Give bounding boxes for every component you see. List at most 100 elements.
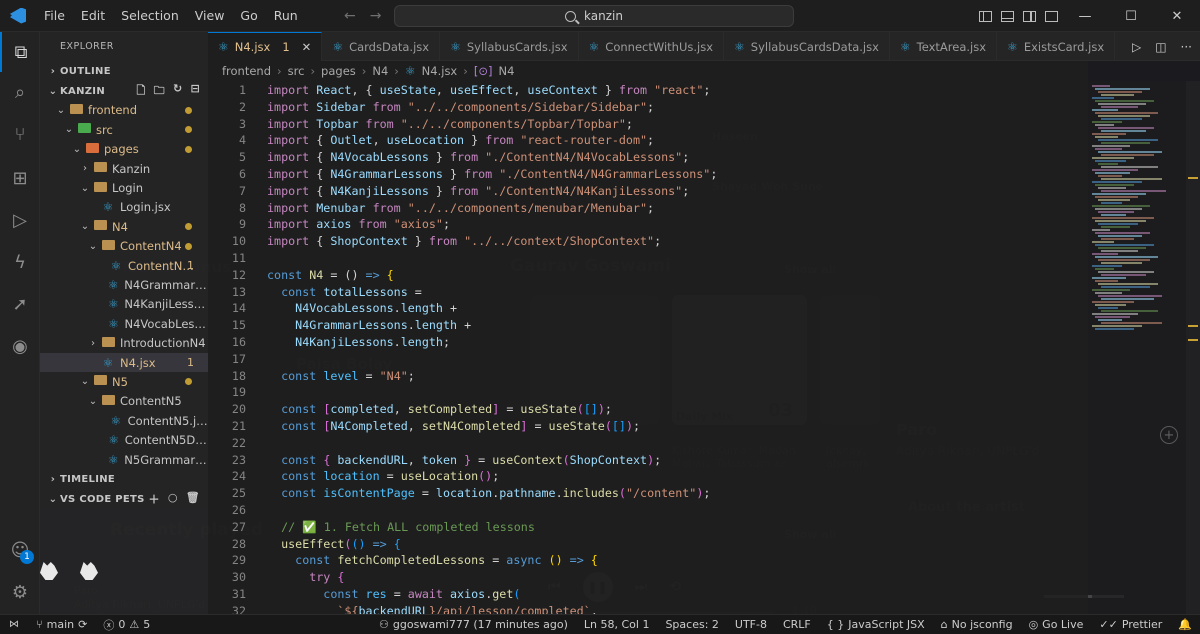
tab-n4-jsx[interactable]: ⚛ N4.jsx 1 ✕ bbox=[208, 32, 323, 61]
menu-selection[interactable]: Selection bbox=[113, 0, 187, 32]
minimap-line bbox=[1098, 163, 1118, 165]
tree-item-n4[interactable]: ⌄ N4 bbox=[40, 217, 208, 236]
encoding[interactable]: UTF-8 bbox=[727, 618, 775, 631]
extensions-activity[interactable]: ⊞ bbox=[0, 158, 40, 198]
tree-item-n5[interactable]: ⌄ N5 bbox=[40, 372, 208, 391]
minimap[interactable] bbox=[1088, 81, 1186, 614]
breadcrumb-item[interactable]: N4.jsx bbox=[422, 64, 458, 78]
breadcrumb-item[interactable]: pages bbox=[321, 64, 356, 78]
split-editor-icon[interactable]: ◫ bbox=[1155, 40, 1166, 54]
tree-item-n4-jsx[interactable]: ⚛ N4.jsx 1 bbox=[40, 352, 208, 373]
pet-dog-icon[interactable] bbox=[80, 562, 98, 580]
toggle-secondary-sidebar-icon[interactable] bbox=[1018, 0, 1040, 32]
breadcrumb-item[interactable]: N4 bbox=[372, 64, 388, 78]
tab-textarea-jsx[interactable]: ⚛ TextArea.jsx bbox=[890, 32, 998, 61]
new-folder-icon[interactable]: 🗀 bbox=[154, 82, 165, 101]
tree-item-login[interactable]: ⌄ Login bbox=[40, 178, 208, 197]
tab-existscard-jsx[interactable]: ⚛ ExistsCard.jsx bbox=[997, 32, 1116, 61]
tree-item-pages[interactable]: ⌄ pages bbox=[40, 140, 208, 159]
remote-indicator-icon[interactable]: ⋈ bbox=[0, 615, 28, 634]
minimize-button[interactable]: — bbox=[1062, 0, 1108, 32]
close-window-button[interactable]: ✕ bbox=[1154, 0, 1200, 32]
customize-layout-icon[interactable] bbox=[1040, 0, 1062, 32]
language-mode[interactable]: { } JavaScript JSX bbox=[819, 618, 933, 631]
menu-edit[interactable]: Edit bbox=[73, 0, 113, 32]
tree-item-contentn5dat[interactable]: ⚛ ContentN5Dat… bbox=[40, 430, 208, 449]
react-file-icon: ⚛ bbox=[108, 433, 119, 448]
editor-scrollbar[interactable] bbox=[1186, 81, 1200, 614]
toggle-primary-sidebar-icon[interactable] bbox=[974, 0, 996, 32]
tree-item-contentn4[interactable]: ⌄ ContentN4 bbox=[40, 237, 208, 256]
search-activity[interactable]: ⌕ bbox=[0, 72, 40, 112]
tree-item-kanzin[interactable]: › Kanzin bbox=[40, 159, 208, 178]
timeline-section-header[interactable]: › TIMELINE bbox=[40, 470, 208, 489]
run-debug-activity[interactable]: ▷ bbox=[0, 200, 40, 240]
workspace-root-header[interactable]: ⌄ KANZIN 🗋 🗀 ↻ ⊟ bbox=[40, 81, 208, 100]
chevron-right-icon: › bbox=[310, 64, 316, 78]
tree-item-contentn5-jsx[interactable]: ⚛ ContentN5.jsx bbox=[40, 411, 208, 430]
throw-ball-icon[interactable]: ○ bbox=[168, 491, 178, 507]
back-arrow-icon[interactable]: ← bbox=[344, 8, 356, 24]
indentation[interactable]: Spaces: 2 bbox=[657, 618, 726, 631]
toggle-panel-icon[interactable] bbox=[996, 0, 1018, 32]
code-editor[interactable]: 1 import React, { useState, useEffect, us… bbox=[208, 81, 1088, 614]
end-of-line[interactable]: CRLF bbox=[775, 618, 819, 631]
pet-dog-icon[interactable] bbox=[40, 562, 58, 580]
chevron-right-icon: › bbox=[463, 64, 468, 78]
tree-item-contentn5[interactable]: ⌄ ContentN5 bbox=[40, 392, 208, 411]
source-control-activity[interactable]: ⑂ bbox=[0, 114, 40, 154]
add-pet-icon[interactable]: ＋ bbox=[149, 491, 160, 507]
outline-section-header[interactable]: › OUTLINE bbox=[40, 62, 208, 81]
tab-connectwithus-jsx[interactable]: ⚛ ConnectWithUs.jsx bbox=[579, 32, 725, 61]
tab-cardsdata-jsx[interactable]: ⚛ CardsData.jsx bbox=[322, 32, 441, 61]
forward-arrow-icon[interactable]: → bbox=[370, 8, 382, 24]
tab-label: SyllabusCardsData.jsx bbox=[750, 39, 879, 54]
breadcrumb-item[interactable]: src bbox=[288, 64, 305, 78]
live-share-activity[interactable]: ➚ bbox=[0, 284, 40, 324]
maximize-button[interactable]: ☐ bbox=[1108, 0, 1154, 32]
tree-item-n4grammarle[interactable]: ⚛ N4GrammarLe… bbox=[40, 275, 208, 294]
new-file-icon[interactable]: 🗋 bbox=[136, 82, 145, 101]
problems-indicator[interactable]: ⓧ 0 ⚠ 5 bbox=[95, 617, 158, 633]
tab-syllabuscards-jsx[interactable]: ⚛ SyllabusCards.jsx bbox=[440, 32, 579, 61]
tree-item-frontend[interactable]: ⌄ frontend bbox=[40, 101, 208, 120]
menu-run[interactable]: Run bbox=[266, 0, 306, 32]
jsconfig-status[interactable]: ⌂ No jsconfig bbox=[933, 618, 1021, 631]
breadcrumb-item[interactable]: frontend bbox=[222, 64, 271, 78]
thunder-client-activity[interactable]: ϟ bbox=[0, 242, 40, 282]
line-number: 18 bbox=[231, 368, 246, 383]
collapse-all-icon[interactable]: ⊟ bbox=[190, 82, 200, 101]
menu-view[interactable]: View bbox=[187, 0, 233, 32]
manage-activity[interactable]: ⚙ bbox=[0, 572, 40, 612]
run-icon[interactable]: ▷ bbox=[1132, 40, 1141, 54]
menu-go[interactable]: Go bbox=[232, 0, 265, 32]
accounts-activity[interactable]: ☺ 1 bbox=[0, 530, 40, 570]
tree-item-n4vocablesso[interactable]: ⚛ N4VocabLesso… bbox=[40, 314, 208, 333]
tree-item-login-jsx[interactable]: ⚛ Login.jsx bbox=[40, 198, 208, 217]
go-live-button[interactable]: ◎ Go Live bbox=[1021, 618, 1092, 631]
git-blame[interactable]: ⚇ ggoswami777 (17 minutes ago) bbox=[371, 618, 576, 631]
prettier-status[interactable]: ✓✓ Prettier bbox=[1091, 618, 1170, 631]
tree-item-n4kanjilesson[interactable]: ⚛ N4KanjiLesson… bbox=[40, 295, 208, 314]
breadcrumb-item[interactable]: N4 bbox=[498, 64, 514, 78]
close-icon[interactable]: ✕ bbox=[302, 40, 312, 54]
delete-pet-icon[interactable]: 🗑 bbox=[186, 491, 200, 507]
tree-item-contentn[interactable]: ⚛ ContentN… 1 bbox=[40, 256, 208, 275]
tree-item-n5grammarle[interactable]: ⚛ N5GrammarLe… bbox=[40, 450, 208, 469]
chevron-right-icon: › bbox=[91, 337, 95, 349]
pets-section-header[interactable]: ⌄ VS CODE PETS ＋ ○ 🗑 bbox=[40, 489, 208, 508]
tree-item-src[interactable]: ⌄ src bbox=[40, 120, 208, 139]
minimap-line bbox=[1095, 136, 1118, 138]
explorer-activity[interactable]: ⧉ bbox=[0, 32, 40, 72]
github-activity[interactable]: ◉ bbox=[0, 326, 40, 366]
branch-indicator[interactable]: ⑂ main ⟳ bbox=[28, 618, 95, 631]
cursor-position[interactable]: Ln 58, Col 1 bbox=[576, 618, 658, 631]
notifications-bell[interactable]: 🔔 bbox=[1170, 618, 1200, 631]
more-actions-icon[interactable]: ··· bbox=[1181, 40, 1192, 54]
scroll-marker bbox=[1188, 339, 1198, 341]
tab-syllabuscardsdata-jsx[interactable]: ⚛ SyllabusCardsData.jsx bbox=[724, 32, 890, 61]
command-center-search[interactable]: kanzin bbox=[394, 5, 794, 27]
menu-file[interactable]: File bbox=[36, 0, 73, 32]
refresh-icon[interactable]: ↻ bbox=[173, 82, 183, 101]
tree-item-introductionn4[interactable]: › IntroductionN4 bbox=[40, 333, 208, 352]
